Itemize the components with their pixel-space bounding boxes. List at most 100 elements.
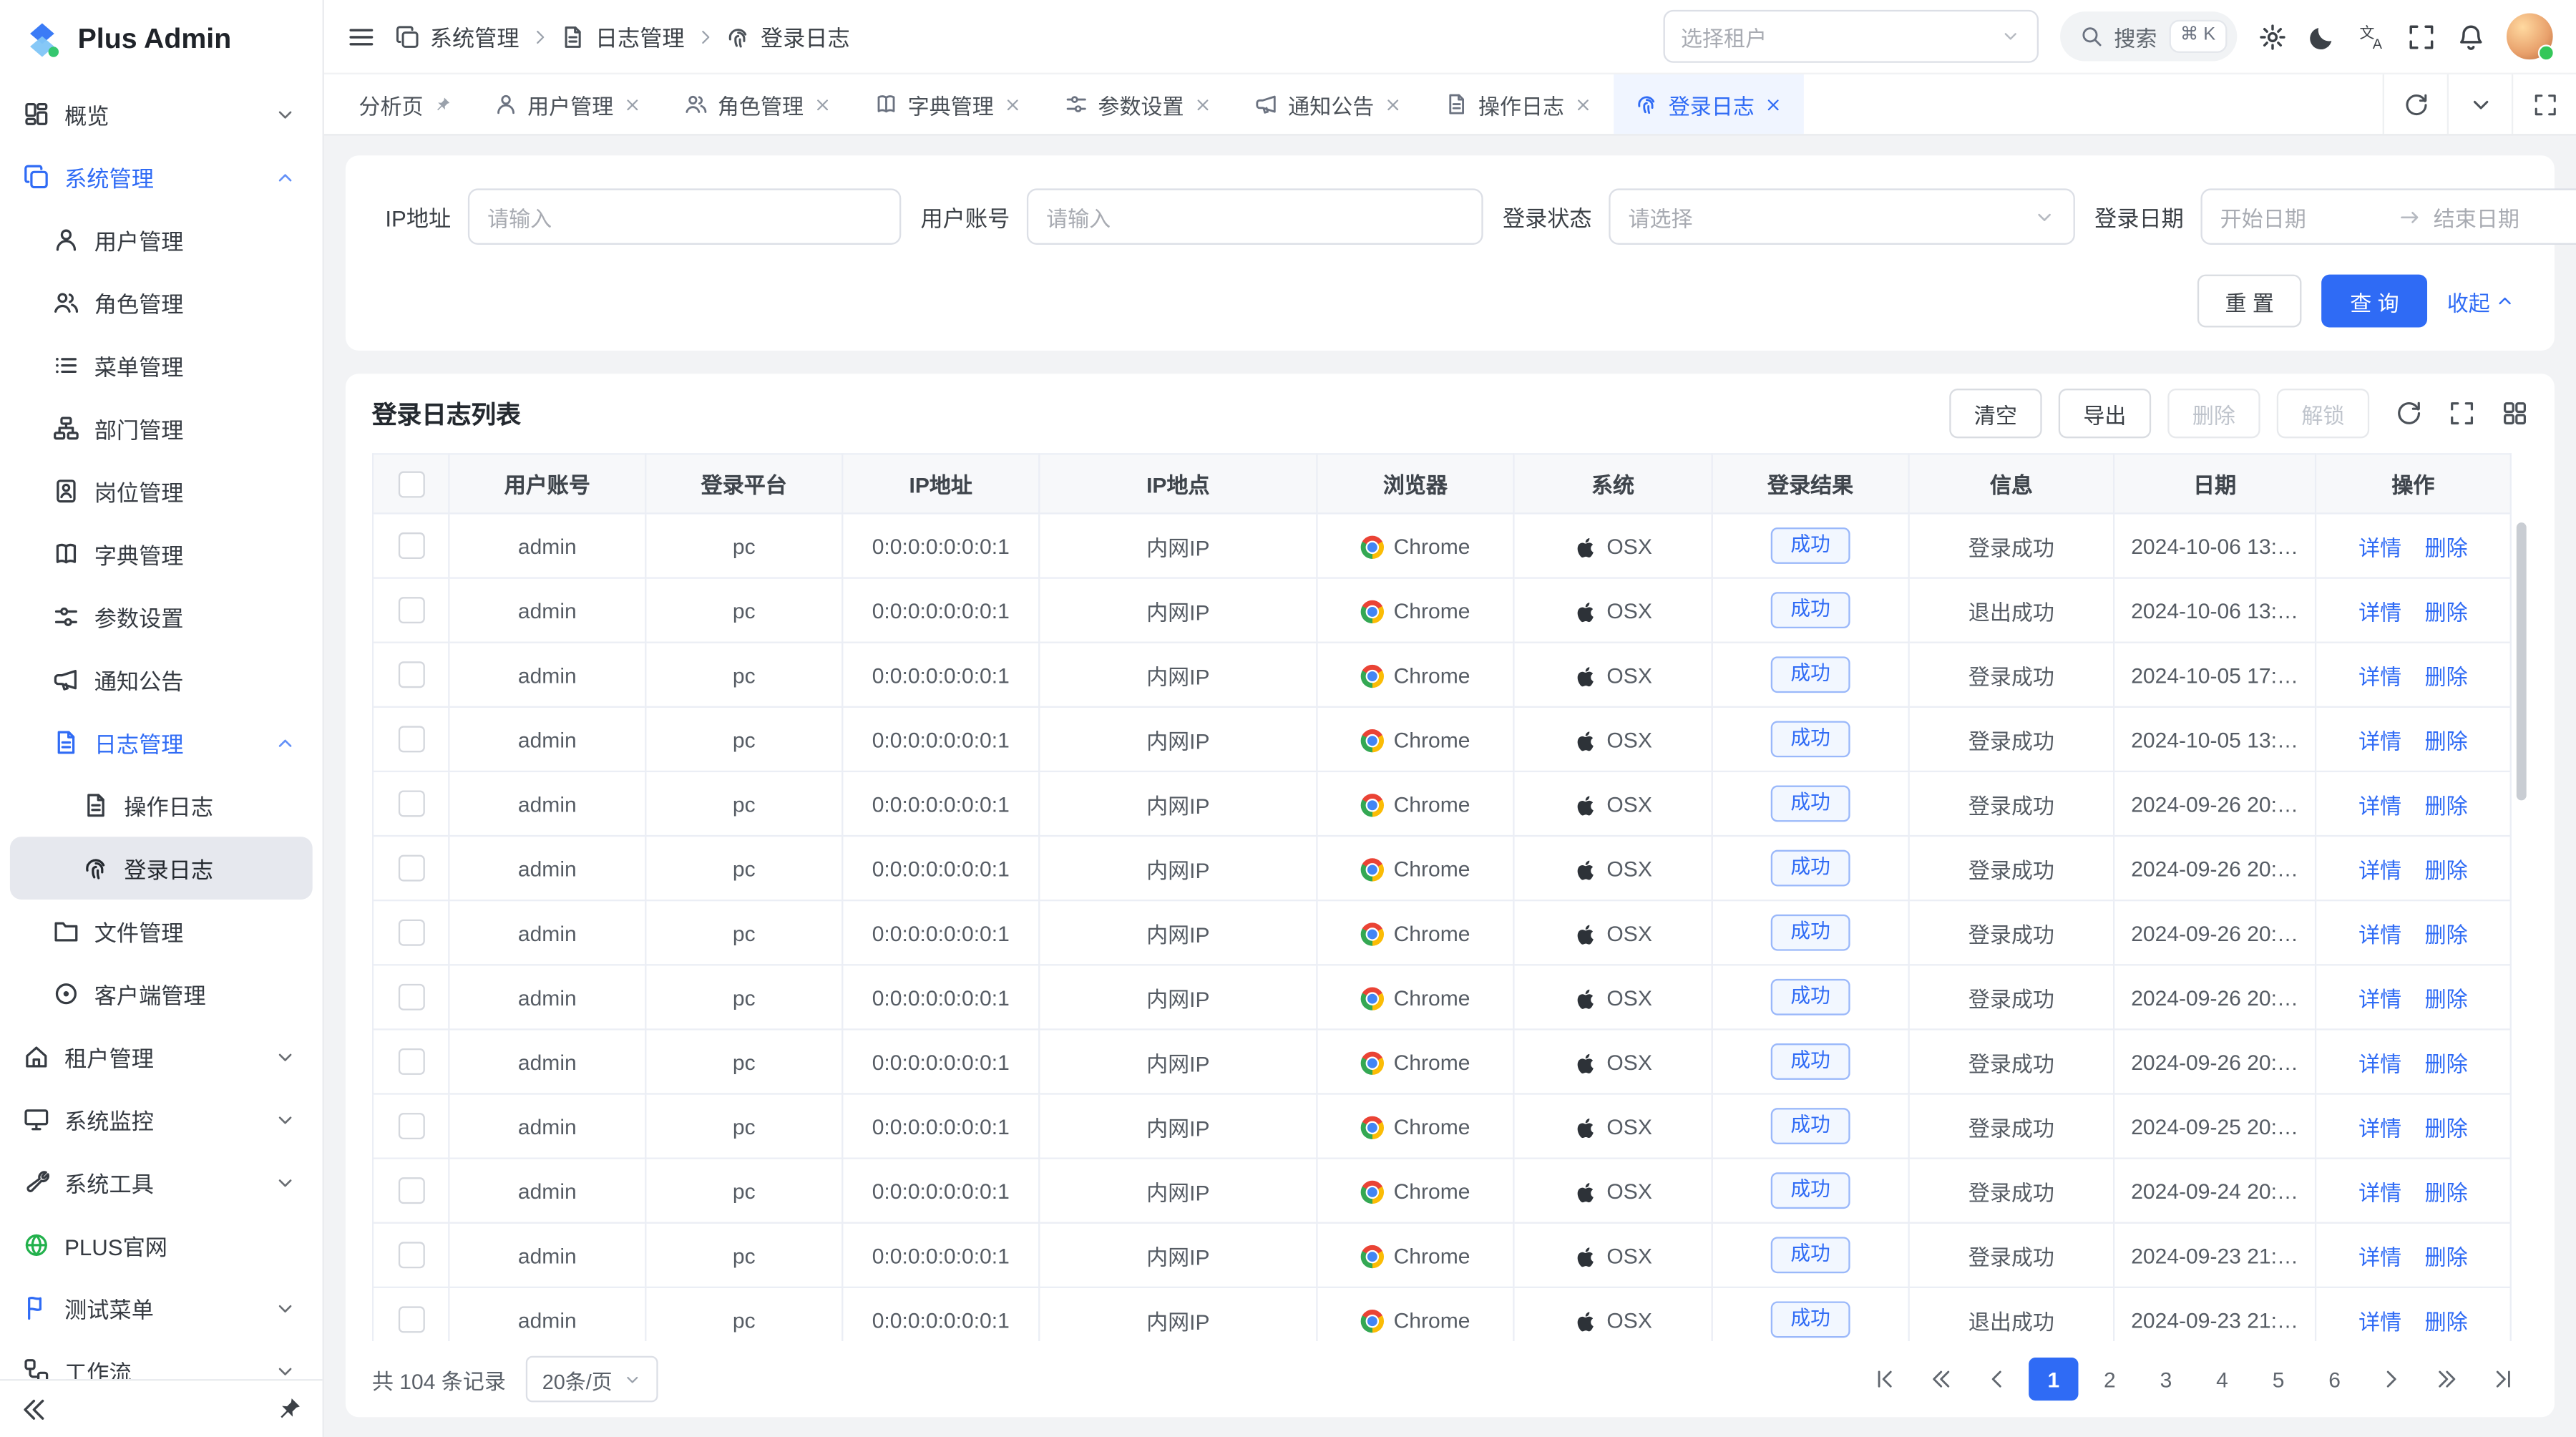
pager-double-next-button[interactable] [2422,1358,2472,1401]
detail-link[interactable]: 详情 [2358,1180,2401,1205]
account-input[interactable]: 请输入 [1026,188,1483,245]
detail-link[interactable]: 详情 [2358,729,2401,754]
table-fullscreen-button[interactable] [2449,400,2475,427]
export-button[interactable]: 导出 [2059,389,2151,438]
sidebar-pin-button[interactable] [275,1395,303,1423]
sidebar-item-dict-mgmt[interactable]: 字典管理 [10,522,313,585]
delete-link[interactable]: 删除 [2425,922,2468,947]
detail-link[interactable]: 详情 [2358,1116,2401,1141]
detail-link[interactable]: 详情 [2358,1051,2401,1076]
login-status-select[interactable]: 请选择 [1609,188,2075,245]
sidebar-item-op-log[interactable]: 操作日志 [10,774,313,837]
row-checkbox[interactable] [398,1242,424,1269]
column-header[interactable]: IP地点 [1039,454,1317,513]
row-checkbox[interactable] [398,791,424,817]
sidebar-collapse-button[interactable] [20,1395,48,1423]
sidebar-item-sys-tools[interactable]: 系统工具 [10,1151,313,1214]
pager-next-button[interactable] [2366,1358,2416,1401]
row-checkbox[interactable] [398,984,424,1010]
column-header[interactable]: 登录结果 [1712,454,1909,513]
tab-analytics[interactable]: 分析页 [337,74,473,134]
delete-link[interactable]: 删除 [2425,600,2468,625]
sidebar-item-login-log[interactable]: 登录日志 [10,837,313,900]
column-header[interactable]: 信息 [1909,454,2114,513]
delete-link[interactable]: 删除 [2425,535,2468,560]
row-checkbox[interactable] [398,533,424,560]
pager-prev-button[interactable] [1973,1358,2022,1401]
row-checkbox[interactable] [398,1114,424,1140]
row-checkbox[interactable] [398,920,424,946]
fullscreen-button[interactable] [2407,22,2435,50]
column-header[interactable]: 日期 [2114,454,2316,513]
language-switch-button[interactable]: 文A [2358,22,2386,50]
delete-link[interactable]: 删除 [2425,793,2468,818]
sidebar-item-log-mgmt[interactable]: 日志管理 [10,711,313,774]
query-button[interactable]: 查 询 [2322,275,2427,328]
unlock-button[interactable]: 解锁 [2277,389,2369,438]
tab-maximize-button[interactable] [2512,74,2576,134]
delete-link[interactable]: 删除 [2425,1244,2468,1270]
sidebar-item-menu-mgmt[interactable]: 菜单管理 [10,334,313,397]
sidebar-item-overview[interactable]: 概览 [10,83,313,146]
settings-button[interactable] [2258,22,2286,50]
sidebar-item-tenant-mgmt[interactable]: 租户管理 [10,1026,313,1088]
pager-page-4[interactable]: 4 [2197,1358,2247,1401]
detail-link[interactable]: 详情 [2358,793,2401,818]
sidebar-item-client-mgmt[interactable]: 客户端管理 [10,963,313,1026]
tab-menu-button[interactable] [2447,74,2512,134]
detail-link[interactable]: 详情 [2358,922,2401,947]
column-header[interactable]: 系统 [1513,454,1712,513]
tab-param-settings[interactable]: 参数设置 [1043,74,1234,134]
tab-login-log[interactable]: 登录日志 [1614,74,1804,134]
table-scrollbar[interactable] [2517,522,2527,800]
sidebar-item-test-menu[interactable]: 测试菜单 [10,1277,313,1340]
detail-link[interactable]: 详情 [2358,600,2401,625]
delete-link[interactable]: 删除 [2425,1180,2468,1205]
sidebar-item-post-mgmt[interactable]: 岗位管理 [10,459,313,522]
tenant-select[interactable]: 选择租户 [1663,10,2039,63]
notifications-button[interactable] [2457,22,2485,50]
sidebar-item-plus-site[interactable]: PLUS官网 [10,1214,313,1277]
row-checkbox[interactable] [398,1049,424,1076]
table-columns-settings-button[interactable] [2502,400,2528,427]
ip-input[interactable]: 请输入 [467,188,900,245]
sidebar-item-sys-monitor[interactable]: 系统监控 [10,1088,313,1151]
pager-first-button[interactable] [1860,1358,1909,1401]
detail-link[interactable]: 详情 [2358,535,2401,560]
row-checkbox[interactable] [398,662,424,688]
tab-dict-mgmt[interactable]: 字典管理 [853,74,1043,134]
tab-notice[interactable]: 通知公告 [1234,74,1424,134]
pager-double-prev-button[interactable] [1916,1358,1966,1401]
column-header[interactable]: 用户账号 [449,454,645,513]
pager-page-1[interactable]: 1 [2029,1358,2078,1401]
row-checkbox[interactable] [398,598,424,624]
reset-button[interactable]: 重 置 [2197,275,2302,328]
hamburger-menu-button[interactable] [347,22,375,50]
sidebar-item-system-mgmt[interactable]: 系统管理 [10,145,313,208]
detail-link[interactable]: 详情 [2358,664,2401,689]
global-search[interactable]: 搜索 ⌘ K [2059,11,2237,61]
delete-link[interactable]: 删除 [2425,857,2468,882]
delete-link[interactable]: 删除 [2425,1051,2468,1076]
tab-user-mgmt[interactable]: 用户管理 [473,74,663,134]
delete-button[interactable]: 删除 [2167,389,2260,438]
delete-link[interactable]: 删除 [2425,729,2468,754]
sidebar-item-param-settings[interactable]: 参数设置 [10,585,313,648]
detail-link[interactable]: 详情 [2358,1244,2401,1270]
table-refresh-button[interactable] [2396,400,2422,427]
delete-link[interactable]: 删除 [2425,986,2468,1011]
row-checkbox[interactable] [398,1178,424,1204]
column-header[interactable]: 浏览器 [1317,454,1513,513]
breadcrumb-item-login-log[interactable]: 登录日志 [726,20,849,53]
tab-refresh-button[interactable] [2383,74,2447,134]
tab-role-mgmt[interactable]: 角色管理 [663,74,854,134]
logo[interactable]: Plus Admin [0,0,323,79]
column-header[interactable]: IP地址 [842,454,1039,513]
tab-op-log[interactable]: 操作日志 [1424,74,1614,134]
pager-page-5[interactable]: 5 [2253,1358,2303,1401]
breadcrumb-item-system-mgmt[interactable]: 系统管理 [395,20,519,53]
avatar[interactable] [2507,13,2553,59]
dark-mode-toggle[interactable] [2308,22,2336,50]
clear-button[interactable]: 清空 [1949,389,2041,438]
row-checkbox[interactable] [398,855,424,882]
